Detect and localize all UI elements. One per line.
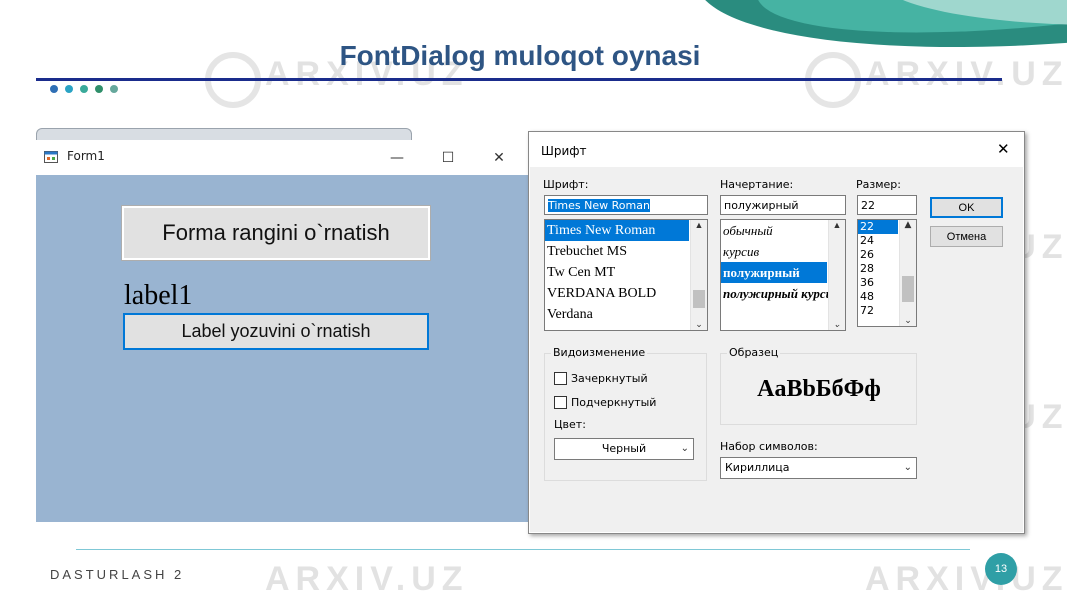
underline-checkbox[interactable] <box>554 396 567 409</box>
cancel-button[interactable]: Отмена <box>930 226 1003 247</box>
size-list-scrollbar[interactable]: ▲ ⌄ <box>899 220 916 326</box>
sample-text: AaBbБбФф <box>757 376 881 402</box>
font-style-input[interactable]: полужирный <box>720 195 846 215</box>
form1-titlebar: Form1 — ☐ ✕ <box>36 140 530 175</box>
list-item[interactable]: 22 <box>858 220 898 234</box>
dot <box>50 85 58 93</box>
footer-text: DASTURLASH 2 <box>50 567 185 582</box>
size-caption: Размер: <box>856 178 901 191</box>
font-caption: Шрифт: <box>543 178 589 191</box>
label-yozuvi-button[interactable]: Label yozuvini o`rnatish <box>123 313 429 350</box>
strikeout-checkbox[interactable] <box>554 372 567 385</box>
footer-rule <box>76 549 970 550</box>
maximize-button[interactable]: ☐ <box>425 144 471 172</box>
page-number: 13 <box>985 553 1017 585</box>
charset-select[interactable]: Кириллица ⌄ <box>720 457 917 479</box>
close-button[interactable]: ✕ <box>476 144 522 172</box>
list-item[interactable]: Verdana <box>545 304 707 325</box>
watermark-text: ARXIV.UZ <box>265 560 469 598</box>
font-name-value: Times New Roman <box>548 199 650 212</box>
list-item[interactable]: Trebuchet MS <box>545 241 707 262</box>
font-dialog-titlebar: Шрифт ✕ <box>529 132 1024 167</box>
dot <box>110 85 118 93</box>
dot <box>65 85 73 93</box>
slide-title: FontDialog muloqot oynasi <box>339 40 701 71</box>
form1-window: Form1 — ☐ ✕ Forma rangini o`rnatish labe… <box>36 140 530 522</box>
scroll-up-icon[interactable]: ▲ <box>900 220 916 230</box>
dot <box>95 85 103 93</box>
sample-caption: Образец <box>727 346 781 359</box>
font-style-list[interactable]: обычный курсив полужирный полужирный курсив… <box>720 219 846 331</box>
font-list[interactable]: Times New Roman Trebuchet MS Tw Cen MT VERD… <box>544 219 708 331</box>
scroll-down-icon[interactable]: ⌄ <box>900 316 916 326</box>
color-select-value: Черный <box>601 442 647 455</box>
scroll-up-icon[interactable]: ▲ <box>829 220 845 230</box>
scroll-thumb[interactable] <box>693 290 705 308</box>
font-size-list[interactable]: 22 24 26 28 36 48 72 ▲ ⌄ <box>857 219 917 327</box>
style-caption: Начертание: <box>720 178 794 191</box>
list-item[interactable]: полужирный <box>721 262 827 283</box>
font-list-scrollbar[interactable]: ▲ ⌄ <box>690 220 707 330</box>
label1-text: label1 <box>124 280 193 311</box>
color-select[interactable]: Черный ⌄ <box>554 438 694 460</box>
list-item[interactable]: Times New Roman <box>545 220 689 241</box>
ok-button[interactable]: OK <box>930 197 1003 218</box>
underline-label: Подчеркнутый <box>571 396 657 409</box>
sample-group: Образец AaBbБбФф <box>720 346 917 425</box>
form-app-icon <box>44 151 58 163</box>
scroll-down-icon[interactable]: ⌄ <box>829 319 845 330</box>
dot <box>80 85 88 93</box>
form1-title: Form1 <box>67 149 105 163</box>
style-list-scrollbar[interactable]: ▲ ⌄ <box>828 220 845 330</box>
font-size-input[interactable]: 22 <box>857 195 917 215</box>
dialog-close-icon[interactable]: ✕ <box>997 140 1010 158</box>
list-item[interactable]: VERDANA BOLD <box>545 283 707 304</box>
chevron-down-icon: ⌄ <box>903 462 912 473</box>
font-dialog: Шрифт ✕ Шрифт: Times New Roman Times New… <box>528 131 1025 534</box>
color-caption: Цвет: <box>554 418 586 431</box>
effects-group: Видоизменение Зачеркнутый Подчеркнутый Ц… <box>544 346 707 481</box>
strikeout-label: Зачеркнутый <box>571 372 648 385</box>
scroll-up-icon[interactable]: ▲ <box>691 220 707 230</box>
forma-rangi-button[interactable]: Forma rangini o`rnatish <box>122 206 430 260</box>
font-dialog-title: Шрифт <box>541 144 587 158</box>
title-dots <box>50 85 118 93</box>
watermark-text: ARXIV.UZ <box>865 560 1067 598</box>
scroll-down-icon[interactable]: ⌄ <box>691 319 707 330</box>
title-underline <box>36 78 1002 81</box>
font-name-input[interactable]: Times New Roman <box>544 195 708 215</box>
effects-caption: Видоизменение <box>551 346 648 359</box>
font-dialog-body: Шрифт: Times New Roman Times New Roman Tr… <box>530 167 1023 532</box>
charset-caption: Набор символов: <box>720 440 818 453</box>
minimize-button[interactable]: — <box>374 144 420 172</box>
list-item[interactable]: курсив <box>721 241 845 262</box>
list-item[interactable]: Tw Cen MT <box>545 262 707 283</box>
scroll-thumb[interactable] <box>902 276 914 302</box>
list-item[interactable]: полужирный курсив <box>721 283 845 304</box>
chevron-down-icon: ⌄ <box>680 443 689 454</box>
list-item[interactable]: обычный <box>721 220 845 241</box>
charset-select-value: Кириллица <box>725 461 790 474</box>
